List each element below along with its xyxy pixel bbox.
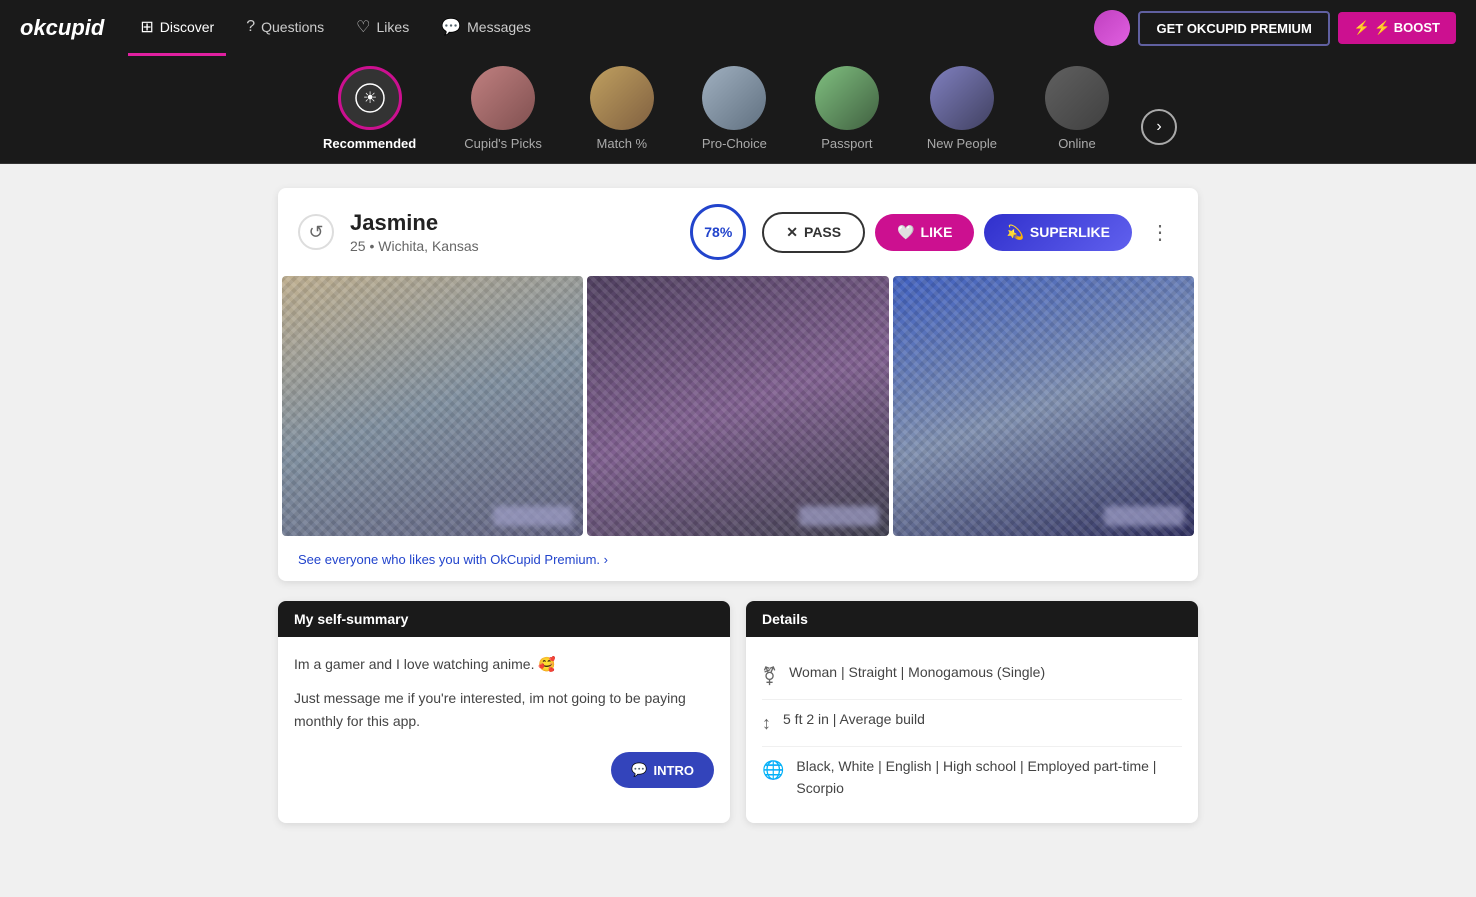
premium-likes-text: See everyone who likes you with OkCupid …: [298, 552, 608, 567]
details-body: ⚧ Woman | Straight | Monogamous (Single)…: [746, 637, 1198, 823]
category-next-button[interactable]: ›: [1141, 109, 1177, 145]
pass-label: PASS: [804, 224, 841, 240]
svg-text:☀: ☀: [362, 90, 376, 107]
profile-age-location: 25 • Wichita, Kansas: [350, 238, 674, 254]
nav-questions[interactable]: ? Questions: [234, 0, 336, 56]
photo-badge-2: [799, 506, 879, 526]
like-button[interactable]: 🤍 LIKE: [875, 214, 974, 251]
detail-height: ↕ 5 ft 2 in | Average build: [762, 700, 1182, 747]
category-match[interactable]: Match %: [566, 56, 678, 163]
brand-logo[interactable]: okcupid: [20, 15, 104, 41]
profile-photo-1[interactable]: [282, 276, 583, 536]
pro-choice-icon-wrap: [702, 66, 766, 130]
background-icon: 🌐: [762, 756, 784, 785]
new-people-icon-wrap: [930, 66, 994, 130]
match-icon-wrap: [590, 66, 654, 130]
profile-header: ↺ Jasmine 25 • Wichita, Kansas 78% ✕ PAS…: [278, 188, 1198, 276]
category-recommended[interactable]: ☀ Recommended: [299, 56, 440, 163]
profile-photo-2[interactable]: [587, 276, 888, 536]
detail-gender-text: Woman | Straight | Monogamous (Single): [789, 661, 1045, 683]
profile-card: ↺ Jasmine 25 • Wichita, Kansas 78% ✕ PAS…: [278, 188, 1198, 581]
intro-chat-icon: 💬: [631, 762, 647, 778]
match-percent-value: 78%: [704, 224, 732, 240]
nav-messages-label: Messages: [467, 19, 531, 35]
profile-separator: •: [369, 238, 378, 254]
intro-label: INTRO: [654, 763, 694, 778]
boost-icon: ⚡: [1354, 20, 1370, 36]
category-pro-choice[interactable]: Pro-Choice: [678, 56, 791, 163]
profile-location: Wichita, Kansas: [378, 238, 478, 254]
self-summary-body: Im a gamer and I love watching anime. 🥰 …: [278, 637, 730, 760]
detail-background: 🌐 Black, White | English | High school |…: [762, 747, 1182, 808]
main-content: ↺ Jasmine 25 • Wichita, Kansas 78% ✕ PAS…: [258, 188, 1218, 823]
online-icon-wrap: [1045, 66, 1109, 130]
height-icon: ↕: [762, 709, 771, 738]
category-new-people[interactable]: New People: [903, 56, 1021, 163]
boost-label: ⚡ BOOST: [1374, 20, 1440, 36]
details-card: Details ⚧ Woman | Straight | Monogamous …: [746, 601, 1198, 823]
nav-likes-label: Likes: [377, 19, 410, 35]
details-list: ⚧ Woman | Straight | Monogamous (Single)…: [762, 653, 1182, 807]
undo-button[interactable]: ↺: [298, 214, 334, 250]
nav-likes[interactable]: ♡ Likes: [344, 0, 421, 56]
self-summary-p2: Just message me if you're interested, im…: [294, 687, 714, 732]
pro-choice-label: Pro-Choice: [702, 136, 767, 151]
like-label: LIKE: [921, 224, 953, 240]
navbar: okcupid ⊞ Discover ? Questions ♡ Likes 💬…: [0, 0, 1476, 56]
passport-icon-wrap: [815, 66, 879, 130]
questions-icon: ?: [246, 18, 255, 36]
match-label: Match %: [597, 136, 648, 151]
messages-icon: 💬: [441, 17, 461, 37]
recommended-icon: ☀: [355, 83, 385, 113]
detail-gender: ⚧ Woman | Straight | Monogamous (Single): [762, 653, 1182, 700]
superlike-label: SUPERLIKE: [1030, 224, 1110, 240]
undo-icon: ↺: [308, 222, 323, 243]
nav-discover-label: Discover: [160, 19, 214, 35]
superlike-button[interactable]: 💫 SUPERLIKE: [984, 214, 1132, 251]
match-percent-circle: 78%: [690, 204, 746, 260]
cupids-picks-label: Cupid's Picks: [464, 136, 542, 151]
recommended-icon-wrap: ☀: [338, 66, 402, 130]
intro-button[interactable]: 💬 INTRO: [611, 752, 714, 788]
recommended-label: Recommended: [323, 136, 416, 151]
detail-height-text: 5 ft 2 in | Average build: [783, 708, 925, 730]
profile-name-info: Jasmine 25 • Wichita, Kansas: [350, 210, 674, 254]
premium-button[interactable]: GET OKCUPID PREMIUM: [1138, 11, 1329, 46]
details-header: Details: [746, 601, 1198, 637]
profile-sections: My self-summary Im a gamer and I love wa…: [278, 601, 1198, 823]
pass-x-icon: ✕: [786, 224, 798, 241]
nav-discover[interactable]: ⊞ Discover: [128, 0, 226, 56]
self-summary-p1: Im a gamer and I love watching anime. 🥰: [294, 653, 714, 675]
profile-photo-3[interactable]: [893, 276, 1194, 536]
nav-messages[interactable]: 💬 Messages: [429, 0, 543, 56]
category-online[interactable]: Online: [1021, 56, 1133, 163]
category-bar: ☀ Recommended Cupid's Picks Match % Pro-…: [0, 56, 1476, 164]
profile-name: Jasmine: [350, 210, 674, 236]
profile-age: 25: [350, 238, 366, 254]
category-passport[interactable]: Passport: [791, 56, 903, 163]
nav-questions-label: Questions: [261, 19, 324, 35]
like-heart-icon: 🤍: [897, 224, 914, 241]
online-label: Online: [1058, 136, 1096, 151]
user-avatar[interactable]: [1094, 10, 1130, 46]
boost-button[interactable]: ⚡ ⚡ BOOST: [1338, 12, 1456, 44]
new-people-label: New People: [927, 136, 997, 151]
category-cupids-picks[interactable]: Cupid's Picks: [440, 56, 566, 163]
passport-label: Passport: [821, 136, 872, 151]
photos-row: [278, 276, 1198, 540]
cupids-picks-icon-wrap: [471, 66, 535, 130]
action-buttons: ✕ PASS 🤍 LIKE 💫 SUPERLIKE ⋮: [762, 212, 1178, 253]
pass-button[interactable]: ✕ PASS: [762, 212, 865, 253]
self-summary-header: My self-summary: [278, 601, 730, 637]
detail-background-text: Black, White | English | High school | E…: [796, 755, 1182, 800]
more-options-button[interactable]: ⋮: [1142, 220, 1178, 245]
superlike-icon: 💫: [1006, 224, 1023, 241]
self-summary-card: My self-summary Im a gamer and I love wa…: [278, 601, 730, 823]
photo-badge-1: [493, 506, 573, 526]
gender-icon: ⚧: [762, 662, 777, 691]
likes-icon: ♡: [356, 17, 370, 37]
premium-likes-link[interactable]: See everyone who likes you with OkCupid …: [278, 540, 1198, 581]
photo-badge-3: [1104, 506, 1184, 526]
discover-icon: ⊞: [140, 17, 153, 37]
